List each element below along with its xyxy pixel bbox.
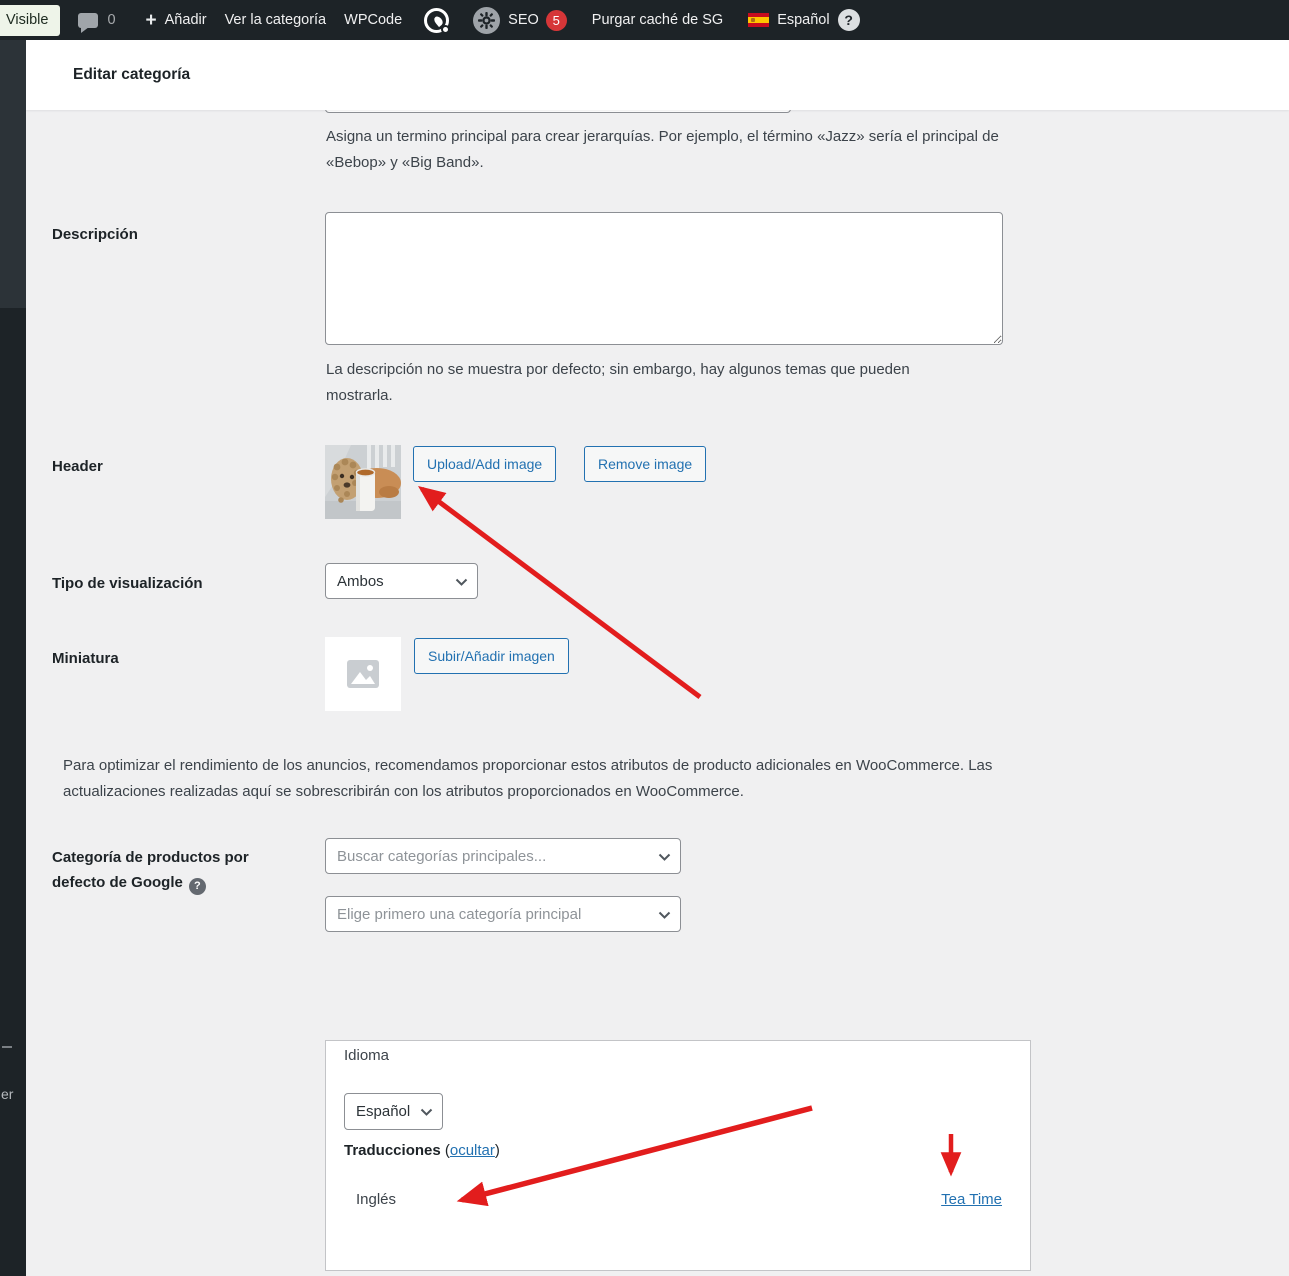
add-new-label: Añadir <box>164 12 207 28</box>
admin-bar-q-logo[interactable] <box>424 7 451 34</box>
comment-count: 0 <box>107 12 116 28</box>
spain-flag-icon <box>748 13 770 28</box>
google-main-category-select[interactable]: Buscar categorías principales... <box>325 838 681 874</box>
admin-sidebar: er <box>0 40 26 1276</box>
admin-bar-seo[interactable]: SEO 5 <box>473 6 567 34</box>
admin-bar: Visible 0 + Añadir Ver la categoría WPCo… <box>0 0 1289 40</box>
q-logo-icon <box>424 7 451 34</box>
upload-thumbnail-button[interactable]: Subir/Añadir imagen <box>414 638 569 674</box>
seo-label: SEO <box>508 12 539 28</box>
edit-category-page: Visible 0 + Añadir Ver la categoría WPCo… <box>0 0 1289 1276</box>
admin-bar-view-category[interactable]: Ver la categoría <box>225 12 327 28</box>
admin-bar-language[interactable]: Español ? <box>748 9 860 31</box>
chevron-down-icon <box>420 1108 433 1116</box>
thumbnail-placeholder <box>325 637 401 711</box>
description-textarea[interactable] <box>325 212 1003 345</box>
sidebar-menu-fragment[interactable]: er <box>1 1086 13 1102</box>
admin-bar-wpcode[interactable]: WPCode <box>344 12 402 28</box>
display-type-select[interactable]: Ambos <box>325 563 478 599</box>
header-image-label: Header <box>52 458 103 475</box>
view-category-label: Ver la categoría <box>224 12 327 28</box>
wpcode-label: WPCode <box>344 12 403 28</box>
google-category-label: Categoría de productos por defecto de Go… <box>52 845 297 895</box>
language-help-icon[interactable]: ? <box>837 9 860 31</box>
page-header: Editar categoría <box>26 40 1289 110</box>
translation-row-language: Inglés <box>356 1191 397 1208</box>
comment-bubble-icon <box>78 12 99 33</box>
translation-row-link[interactable]: Tea Time <box>941 1191 1002 1208</box>
parent-category-help: Asigna un termino principal para crear j… <box>326 128 999 171</box>
translations-line: Traducciones (ocultar) <box>344 1142 500 1159</box>
admin-bar-add-new[interactable]: + Añadir <box>146 11 207 30</box>
seo-badge-count: 5 <box>552 12 560 28</box>
google-sub-category-placeholder: Elige primero una categoría principal <box>337 905 582 923</box>
woocommerce-note: Para optimizar el rendimiento de los anu… <box>63 757 993 800</box>
language-title: Idioma <box>344 1047 390 1064</box>
display-type-value: Ambos <box>337 572 384 590</box>
description-help: La descripción no se muestra por defecto… <box>326 361 910 404</box>
image-placeholder-icon <box>347 660 379 688</box>
thumbnail-label: Miniatura <box>52 650 119 667</box>
plus-icon: + <box>145 9 157 31</box>
remove-header-image-button[interactable]: Remove image <box>584 446 707 482</box>
language-metabox: Idioma Español Traducciones (ocultar) In… <box>325 1040 1031 1271</box>
hide-translations-link[interactable]: ocultar <box>450 1142 495 1159</box>
chevron-down-icon <box>658 911 671 919</box>
visible-status-badge[interactable]: Visible <box>0 4 61 36</box>
seo-gear-icon <box>473 6 501 34</box>
google-category-help-icon[interactable]: ? <box>188 878 206 895</box>
admin-bar-comments[interactable]: 0 <box>78 12 116 33</box>
sidebar-menu-fragment-icon <box>2 1046 12 1048</box>
visible-status-label: Visible <box>6 12 49 28</box>
admin-bar-purge-cache[interactable]: Purgar caché de SG <box>592 12 723 28</box>
google-main-category-placeholder: Buscar categorías principales... <box>337 847 547 865</box>
admin-sidebar-menu-section <box>0 40 26 308</box>
display-type-label: Tipo de visualización <box>52 575 203 592</box>
description-label: Descripción <box>52 226 138 243</box>
language-select-value: Español <box>356 1103 411 1120</box>
seo-notification-badge: 5 <box>545 9 567 31</box>
translations-label: Traducciones <box>344 1142 441 1159</box>
chevron-down-icon <box>658 853 671 861</box>
header-image-thumbnail <box>325 445 401 519</box>
google-sub-category-select[interactable]: Elige primero una categoría principal <box>325 896 681 932</box>
google-category-label-text: Categoría de productos por defecto de Go… <box>52 849 249 891</box>
purge-cache-label: Purgar caché de SG <box>591 12 724 28</box>
chevron-down-icon <box>455 578 468 586</box>
language-label: Español <box>777 12 830 28</box>
language-select[interactable]: Español <box>344 1093 443 1130</box>
page-title: Editar categoría <box>73 66 191 83</box>
upload-header-image-button[interactable]: Upload/Add image <box>413 446 557 482</box>
